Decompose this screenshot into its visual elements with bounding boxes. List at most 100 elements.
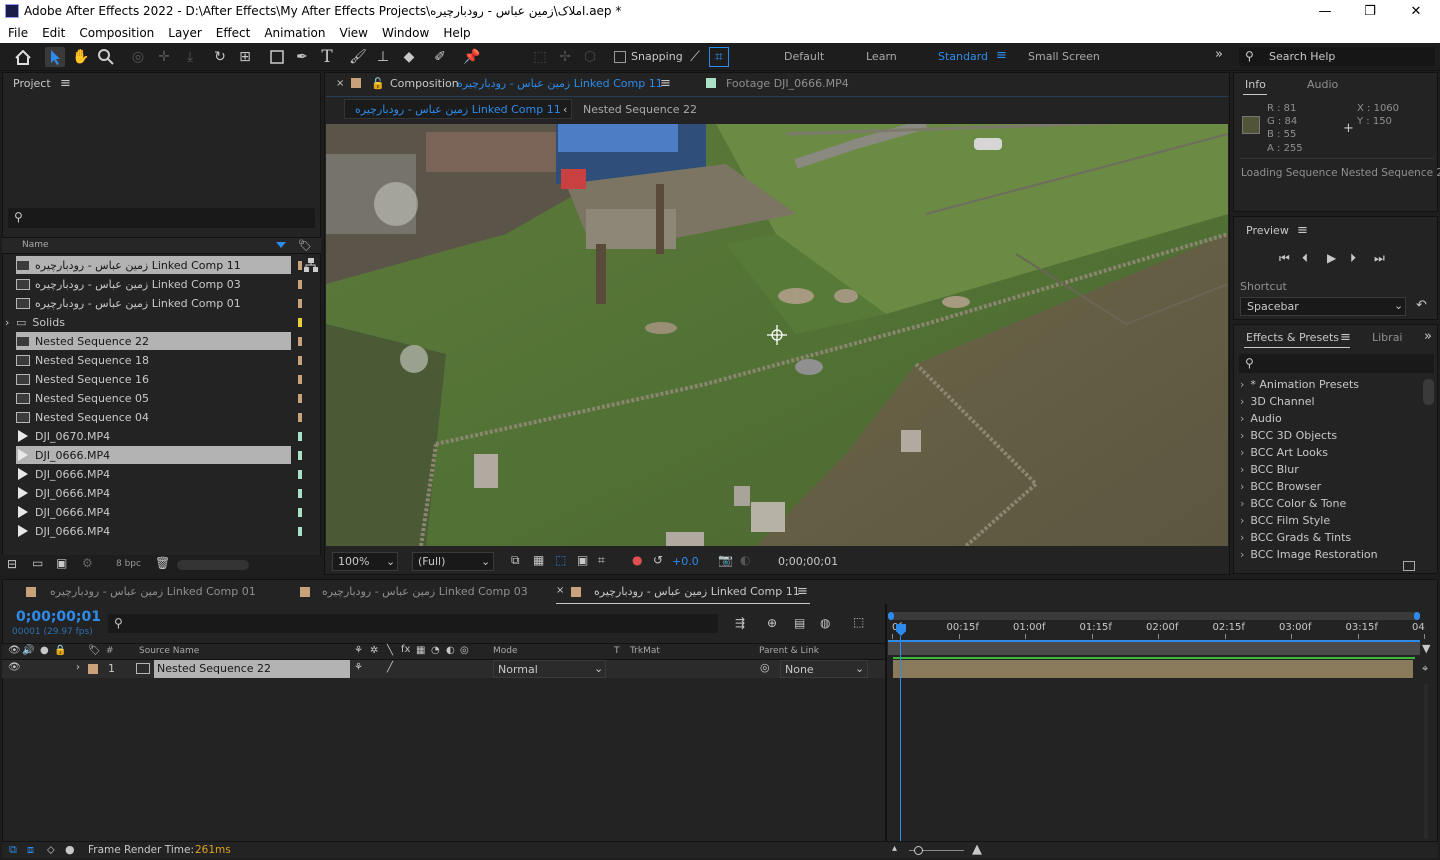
exposure-value[interactable]: +0.0 — [672, 555, 699, 568]
play-icon[interactable]: ▶ — [1327, 251, 1336, 265]
panel-overflow-icon[interactable]: » — [1424, 329, 1432, 344]
preview-tab[interactable]: Preview — [1246, 224, 1289, 237]
next-frame-icon[interactable]: ⏵ — [1350, 251, 1356, 266]
close-button[interactable]: ✕ — [1393, 0, 1439, 23]
menu-effect[interactable]: Effect — [215, 26, 258, 40]
flowchart-icon[interactable] — [290, 256, 321, 274]
effect-category[interactable]: › * Animation Presets — [1240, 378, 1359, 391]
project-item[interactable]: DJI_0670.MP4 — [16, 427, 291, 445]
brush-tool-icon[interactable]: 🖌 — [348, 47, 368, 67]
project-item[interactable]: DJI_0666.MP4 — [16, 446, 291, 464]
zoom-tool-icon[interactable] — [96, 47, 116, 67]
motion-blur-switch-icon[interactable]: ◔ — [431, 645, 440, 656]
orbit-camera-icon[interactable]: ◎ — [128, 47, 148, 67]
folder-expand-chevron-icon[interactable]: › — [5, 316, 9, 329]
rotation-tool-icon[interactable]: ↻ — [210, 47, 230, 67]
effects-presets-tab[interactable]: Effects & Presets — [1246, 331, 1339, 344]
label-swatch[interactable] — [298, 280, 302, 289]
label-swatch[interactable] — [298, 299, 302, 308]
maximize-button[interactable]: ❐ — [1347, 0, 1393, 23]
graph-editor-icon[interactable]: ⬚ — [853, 615, 864, 629]
navigator-end-handle[interactable] — [1414, 612, 1420, 620]
bit-depth-button[interactable]: 8 bpc — [116, 559, 141, 569]
effect-category[interactable]: › BCC Image Restoration — [1240, 548, 1378, 560]
effect-category[interactable]: › 3D Channel — [1240, 395, 1315, 408]
label-column-icon[interactable]: 🏷 — [88, 645, 101, 656]
label-swatch[interactable] — [298, 489, 302, 498]
label-swatch[interactable] — [298, 451, 302, 460]
layer-visibility-icon[interactable]: 👁 — [8, 662, 21, 673]
effects-scrollbar[interactable] — [1423, 379, 1434, 405]
snapping-checkbox[interactable] — [614, 51, 626, 63]
comp-panel-menu-icon[interactable]: ≡ — [660, 76, 671, 91]
breadcrumb-next[interactable]: Nested Sequence 22 — [583, 103, 697, 116]
eraser-tool-icon[interactable]: ◆ — [399, 47, 419, 67]
hand-tool-icon[interactable]: ✋ — [71, 47, 91, 67]
label-swatch[interactable] — [298, 337, 302, 346]
puppet-tool-icon[interactable]: 📌 — [462, 47, 482, 67]
label-swatch[interactable] — [298, 413, 302, 422]
preview-menu-icon[interactable]: ≡ — [1297, 223, 1308, 238]
libraries-tab[interactable]: Librai — [1372, 331, 1403, 344]
effect-category[interactable]: › Audio — [1240, 412, 1282, 425]
project-item[interactable]: DJI_0666.MP4 — [16, 484, 291, 502]
source-name-header[interactable]: Source Name — [139, 646, 199, 656]
footage-tab[interactable]: Footage DJI_0666.MP4 — [726, 77, 849, 90]
zoom-in-icon[interactable]: ▲ — [972, 842, 982, 857]
audio-tab[interactable]: Audio — [1307, 78, 1338, 91]
shy-switch-icon[interactable]: ⚘ — [354, 645, 363, 656]
effect-category[interactable]: › BCC Film Style — [1240, 514, 1330, 527]
comp-flowchart-icon[interactable]: ⇶ — [735, 616, 745, 630]
pick-whip-icon[interactable]: ◎ — [760, 661, 770, 674]
menu-layer[interactable]: Layer — [167, 26, 208, 40]
close-comp-tab-icon[interactable]: × — [336, 78, 344, 89]
workspace-standard[interactable]: Standard — [938, 50, 988, 63]
project-item[interactable]: DJI_0666.MP4 — [16, 522, 291, 540]
layer-label-swatch[interactable] — [88, 664, 98, 674]
menu-help[interactable]: Help — [442, 26, 477, 40]
project-item[interactable]: Nested Sequence 22 — [16, 332, 291, 350]
resolution-dropdown[interactable]: (Full) ⌄ — [412, 552, 494, 571]
effects-menu-icon[interactable]: ≡ — [1340, 330, 1351, 345]
selection-tool-icon[interactable] — [45, 47, 65, 67]
delete-icon[interactable]: 🗑 — [155, 556, 170, 570]
clone-stamp-tool-icon[interactable]: ⊥ — [373, 47, 393, 67]
snap-edges-icon[interactable]: ⟋ — [685, 47, 705, 67]
menu-window[interactable]: Window — [381, 26, 436, 40]
timeline-menu-icon[interactable]: ≡ — [797, 584, 808, 599]
breadcrumb-active[interactable]: زمین عباس - رودبارچیره Linked Comp 11 ‹ — [344, 99, 572, 119]
pen-tool-icon[interactable]: ✒ — [292, 47, 312, 67]
menu-file[interactable]: File — [7, 26, 35, 40]
shortcut-dropdown[interactable]: Spacebar ⌄ — [1240, 297, 1406, 316]
label-swatch[interactable] — [298, 375, 302, 384]
label-swatch[interactable] — [298, 432, 302, 441]
label-column-icon[interactable]: 🏷 — [298, 239, 312, 252]
menu-view[interactable]: View — [339, 26, 375, 40]
transfer-controls-toggle-icon[interactable]: ⧈ — [27, 843, 34, 857]
layer-switches-toggle-icon[interactable]: ⧉ — [9, 843, 17, 857]
effect-category[interactable]: › BCC Color & Tone — [1240, 497, 1346, 510]
name-column-header[interactable]: Name — [22, 240, 49, 250]
last-frame-icon[interactable]: ⏭ — [1374, 251, 1385, 266]
timeline-search-field[interactable]: ⚲ — [108, 614, 718, 633]
zoom-out-icon[interactable]: ▴ — [892, 843, 897, 854]
thumbnail-scroll[interactable] — [177, 560, 249, 570]
adjustment-switch-icon[interactable]: ◐ — [446, 645, 455, 656]
project-search-field[interactable]: ⚲ — [8, 208, 315, 228]
reset-shortcut-icon[interactable]: ↶ — [1416, 298, 1427, 313]
roto-brush-tool-icon[interactable]: ✐ — [430, 47, 450, 67]
frame-blending-icon[interactable]: ▤ — [794, 616, 805, 630]
sort-arrow-icon[interactable] — [276, 242, 286, 248]
quality-switch-icon[interactable]: ╲ — [387, 645, 393, 656]
label-swatch[interactable] — [298, 318, 302, 327]
label-swatch[interactable] — [298, 356, 302, 365]
effect-switch-icon[interactable]: fx — [401, 644, 410, 655]
workspaces-overflow-icon[interactable]: » — [1215, 47, 1223, 62]
lock-icon[interactable]: 🔓 — [371, 77, 385, 90]
effect-category[interactable]: › BCC 3D Objects — [1240, 429, 1337, 442]
workspace-small-screen[interactable]: Small Screen — [1028, 50, 1100, 63]
view-axis-icon[interactable]: ⬡ — [580, 47, 600, 67]
layer-expand-chevron-icon[interactable]: › — [76, 662, 80, 673]
new-effect-folder-icon[interactable] — [1403, 561, 1415, 571]
render-time-toggle-icon[interactable]: ● — [65, 843, 75, 856]
